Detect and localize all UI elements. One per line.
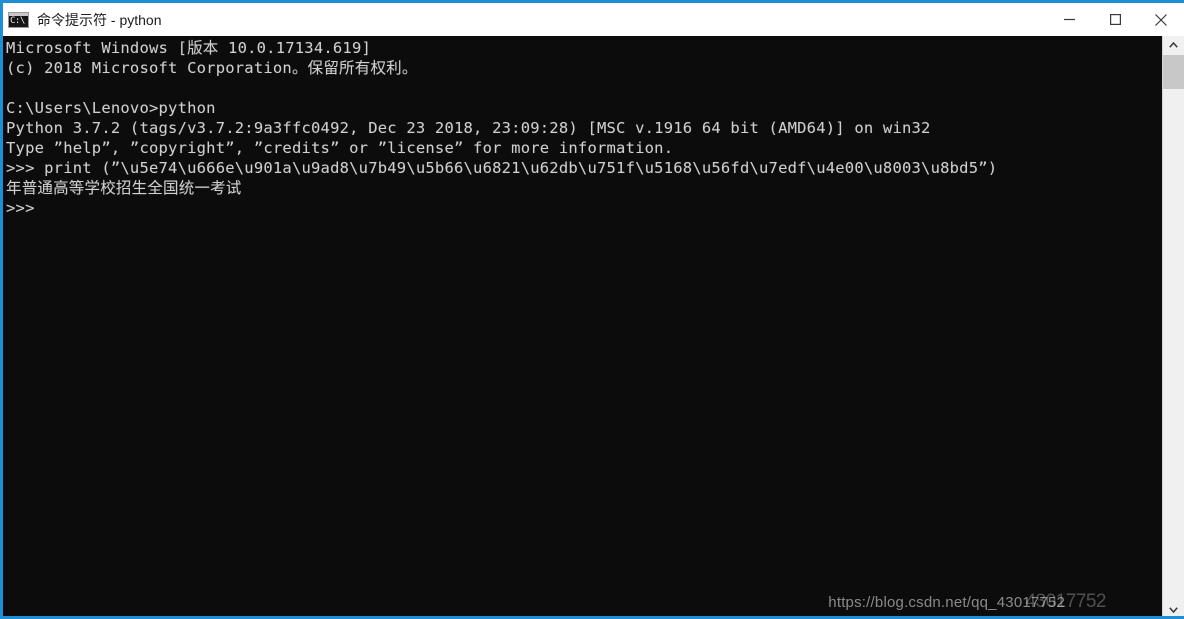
window-controls	[1046, 3, 1184, 36]
close-icon	[1155, 13, 1167, 26]
console-line: 年普通高等学校招生全国统一考试	[6, 179, 242, 197]
console-line: >>> print (”\u5e74\u666e\u901a\u9ad8\u7b…	[6, 159, 998, 177]
minimize-button[interactable]	[1046, 3, 1092, 36]
console-line: Python 3.7.2 (tags/v3.7.2:9a3ffc0492, De…	[6, 119, 931, 137]
console-line: (c) 2018 Microsoft Corporation。保留所有权利。	[6, 59, 418, 77]
chevron-up-icon	[1169, 42, 1178, 48]
chevron-down-icon	[1169, 607, 1178, 613]
console-line-prompt: >>>	[6, 199, 35, 217]
watermark-overlay-id: 43017752	[1025, 591, 1106, 612]
scrollbar-track[interactable]	[1163, 54, 1184, 601]
console-line: C:\Users\Lenovo>python	[6, 99, 216, 117]
scroll-up-button[interactable]	[1163, 36, 1184, 54]
console-line-blank	[6, 78, 1162, 98]
scroll-down-button[interactable]	[1163, 601, 1184, 616]
maximize-icon	[1109, 14, 1121, 25]
cmd-icon-prompt-glyph: C:\	[10, 15, 25, 26]
vertical-scrollbar[interactable]	[1162, 36, 1184, 616]
maximize-button[interactable]	[1092, 3, 1138, 36]
scrollbar-thumb[interactable]	[1163, 55, 1184, 89]
close-button[interactable]	[1138, 3, 1184, 36]
titlebar[interactable]: C:\ 命令提示符 - python	[3, 3, 1184, 36]
cmd-icon: C:\	[7, 10, 31, 30]
console-line: Type ”help”, ”copyright”, ”credits” or ”…	[6, 139, 674, 157]
console-output-area[interactable]: Microsoft Windows [版本 10.0.17134.619] (c)…	[3, 36, 1162, 616]
console-text: Microsoft Windows [版本 10.0.17134.619] (c)…	[3, 36, 1162, 218]
window-title: 命令提示符 - python	[37, 11, 162, 28]
console-line: Microsoft Windows [版本 10.0.17134.619]	[6, 39, 372, 57]
minimize-icon	[1063, 18, 1075, 21]
titlebar-label-group: C:\ 命令提示符 - python	[3, 10, 1046, 30]
command-prompt-window: C:\ 命令提示符 - python Microsoft Windows [版本…	[0, 0, 1184, 619]
watermark: https://blog.csdn.net/qq_43017752 430177…	[828, 591, 1150, 613]
